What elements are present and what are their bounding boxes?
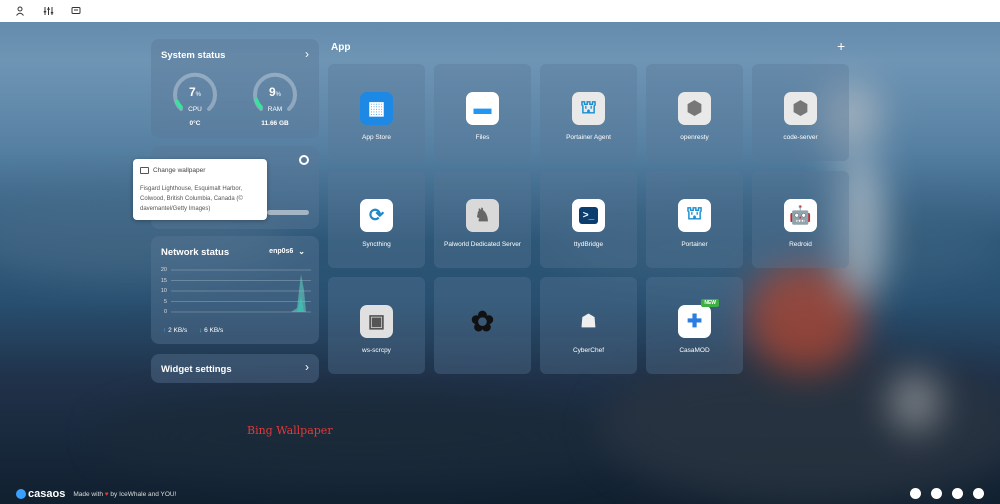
image-icon — [140, 167, 149, 174]
gear-icon[interactable] — [299, 155, 309, 165]
chat-icon[interactable] — [973, 488, 984, 499]
app-tile[interactable]: ☗ CyberChef — [540, 277, 637, 374]
add-app-button[interactable]: + — [837, 38, 845, 54]
app-label: ws-scrcpy — [362, 347, 391, 354]
folder-icon: ▬ — [466, 92, 499, 125]
widget-settings-card[interactable]: Widget settings › — [151, 354, 319, 383]
terminal-icon: >_ — [572, 198, 605, 232]
widget-settings-label: Widget settings — [161, 364, 232, 375]
app-section-title: App — [331, 42, 351, 53]
app-label: code-server — [783, 134, 818, 141]
app-label: ttydBridge — [573, 240, 604, 248]
casaos-logo-icon — [16, 489, 26, 499]
social-links — [910, 488, 984, 499]
wallpaper-caption: Fisgard Lighthouse, Esquimalt Harbor, Co… — [140, 186, 243, 212]
y-tick-label: 10 — [160, 288, 167, 294]
app-label: Palworld Dedicated Server — [444, 240, 521, 248]
app-label: Redroid — [789, 240, 812, 248]
interface-select[interactable]: enp0s6 ⌄ — [269, 247, 305, 256]
messages-icon[interactable] — [68, 3, 84, 19]
app-tile[interactable]: ⟳ Syncthing — [328, 170, 425, 268]
chevron-down-icon: ⌄ — [298, 247, 305, 256]
system-status-card: System status › 7% CPU 0°C 9% RAM 11.66 … — [151, 39, 319, 138]
syncthing-icon: ⟳ — [360, 198, 393, 232]
portainer-icon: ⛫ — [572, 92, 605, 125]
heart-icon: ♥ — [104, 490, 109, 498]
discord-icon[interactable] — [910, 488, 921, 499]
y-tick-label: 5 — [163, 298, 167, 305]
box-icon: ⬢ — [784, 92, 817, 125]
chevron-right-icon[interactable]: › — [305, 47, 309, 61]
footer: casaos Made with ♥ by IceWhale and YOU! — [16, 488, 176, 500]
app-tile[interactable]: ⬢ code-server — [752, 64, 849, 161]
y-tick-label: 0 — [163, 309, 167, 315]
app-store-icon: ▦ — [360, 92, 393, 125]
android-icon: 🤖 — [784, 198, 817, 232]
android-robot-icon: ▣ — [360, 305, 393, 338]
network-status-title: Network status — [161, 247, 230, 258]
casaos-logo: casaos — [16, 488, 65, 500]
user-icon[interactable] — [12, 3, 28, 19]
cpu-label: CPU — [188, 106, 202, 113]
app-tile[interactable]: >_ ttydBridge — [540, 170, 637, 268]
y-tick-label: 20 — [160, 267, 167, 273]
app-tile[interactable]: ⛫ Portainer Agent — [540, 64, 637, 161]
system-status-title: System status — [161, 50, 226, 61]
app-label: Portainer Agent — [566, 134, 611, 141]
app-label: CasaMOD — [679, 347, 710, 354]
download-arrow-icon: ↓ — [199, 327, 203, 334]
app-label: Portainer — [681, 240, 708, 248]
app-tile[interactable]: ✚ NEW CasaMOD — [646, 277, 743, 374]
app-tile[interactable]: ⬢ openresty — [646, 64, 743, 161]
upload-speed: ↑ 2 KB/s — [163, 327, 188, 334]
app-label: Syncthing — [362, 240, 391, 248]
change-wallpaper-link[interactable]: Change wallpaper — [140, 167, 205, 174]
app-tile[interactable]: ▦ App Store — [328, 64, 425, 161]
cpu-value: 7% — [188, 85, 202, 99]
network-chart — [171, 269, 311, 313]
new-badge: NEW — [701, 299, 719, 307]
box-icon: ⬢ — [678, 92, 711, 125]
puzzle-icon: ✚ NEW — [678, 299, 719, 338]
download-speed: ↓ 6 KB/s — [199, 327, 224, 334]
app-tile[interactable]: 🤖 Redroid — [752, 170, 849, 268]
app-label: CyberChef — [572, 347, 605, 354]
app-tile[interactable]: ✿ — [434, 277, 531, 374]
github-icon[interactable] — [952, 488, 963, 499]
network-status-card: Network status enp0s6 ⌄ 20 15 10 5 0 ↑ 2 KB/s… — [151, 236, 319, 344]
app-label: Files — [475, 134, 490, 141]
app-tile[interactable]: ▣ ws-scrcpy — [328, 277, 425, 374]
y-tick-label: 15 — [160, 277, 167, 284]
app-tile[interactable]: ♞ Palworld Dedicated Server — [434, 170, 531, 268]
chevron-right-icon[interactable]: › — [305, 360, 309, 374]
wallpaper-progress — [267, 210, 309, 215]
wallpaper-tooltip: Change wallpaper Fisgard Lighthouse, Esq… — [133, 159, 267, 220]
ram-size: 11.66 GB — [261, 120, 289, 127]
cpu-temp: 0°C — [189, 120, 201, 127]
app-tile[interactable]: ⛫ Portainer — [646, 170, 743, 268]
bing-wallpaper-watermark: Bing Wallpaper — [247, 424, 333, 437]
palworld-icon: ♞ — [466, 198, 499, 232]
ram-label: RAM — [267, 106, 283, 113]
forum-icon[interactable] — [931, 488, 942, 499]
openai-icon: ✿ — [470, 306, 495, 337]
app-label: openresty — [680, 134, 709, 141]
app-tile[interactable]: ▬ Files — [434, 64, 531, 161]
chef-icon: ☗ — [580, 311, 597, 331]
app-label: App Store — [362, 134, 391, 141]
sliders-icon[interactable] — [40, 3, 56, 19]
upload-arrow-icon: ↑ — [163, 327, 167, 334]
ram-value: 9% — [268, 85, 282, 99]
footer-credit: Made with ♥ by IceWhale and YOU! — [73, 490, 177, 498]
top-bar — [0, 0, 1000, 22]
portainer-icon: ⛫ — [678, 198, 711, 232]
